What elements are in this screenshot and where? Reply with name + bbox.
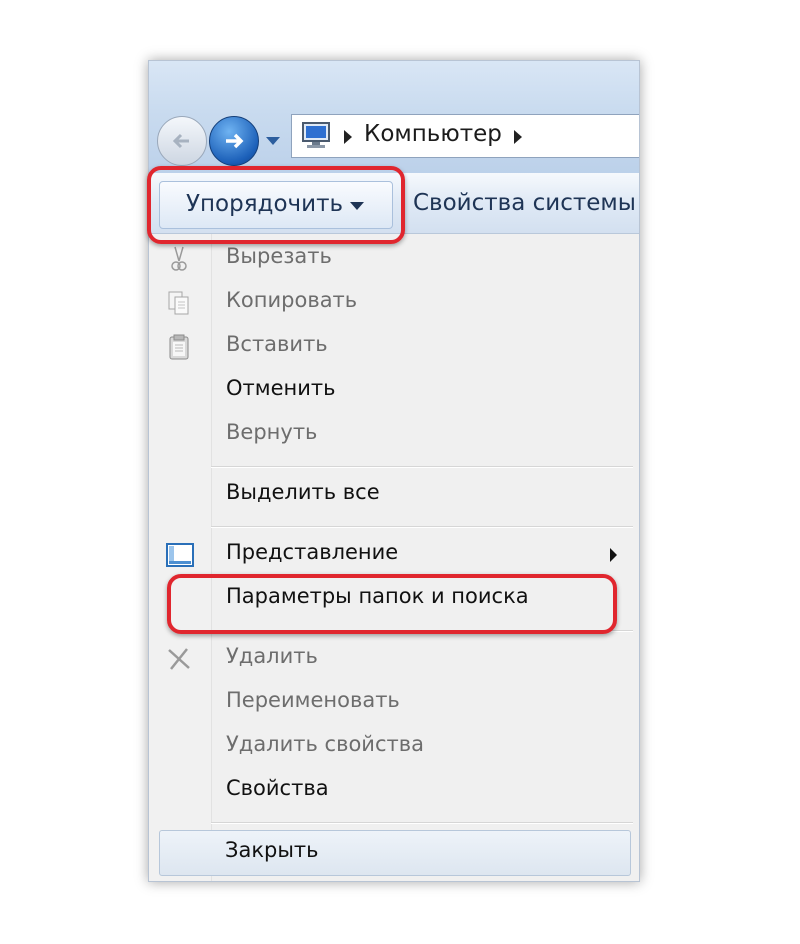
title-bar: Компьютер [149,61,639,173]
menu-item-label: Закрыть [225,838,319,862]
delete-icon [168,648,190,670]
menu-item-remove-properties[interactable]: Удалить свойства [149,726,639,770]
computer-icon [302,122,330,148]
menu-item-close[interactable]: Закрыть [159,830,631,876]
scissors-icon [171,246,187,271]
system-properties-button[interactable]: Свойства системы [413,190,636,216]
menu-item-label: Переименовать [226,688,400,712]
menu-item-label: Вырезать [226,244,332,268]
menu-item-label: Копировать [226,288,358,312]
menu-separator [211,526,633,528]
arrow-right-icon [226,133,244,149]
menu-item-label: Вернуть [226,420,318,444]
menu-item-undo[interactable]: Отменить [149,370,639,414]
menu-item-label: Свойства [226,776,329,800]
menu-item-label: Выделить все [226,480,380,504]
menu-item-view[interactable]: Представление [149,534,639,578]
menu-item-properties[interactable]: Свойства [149,770,639,814]
menu-item-select-all[interactable]: Выделить все [149,474,639,518]
menu-item-label: Представление [226,540,399,564]
menu-item-delete[interactable]: Удалить [149,638,639,682]
menu-item-label: Удалить [226,644,318,668]
menu-item-label: Вставить [226,332,328,356]
recent-pages-dropdown[interactable] [266,137,280,145]
forward-button[interactable] [209,116,259,166]
folder-options-highlight-frame [167,574,617,634]
copy-icon [168,291,189,315]
menu-separator [211,822,633,824]
menu-item-label: Удалить свойства [226,732,424,756]
menu-separator [211,466,633,468]
chevron-right-icon [610,548,617,562]
organize-highlight-frame [147,166,405,244]
menu-item-cut[interactable]: Вырезать [149,238,639,282]
clipboard-icon [169,334,189,360]
organize-menu: Вырезать Копировать Вставить Отменить Ве… [149,234,639,881]
menu-item-redo[interactable]: Вернуть [149,414,639,458]
arrow-left-icon [172,133,189,149]
back-button[interactable] [157,116,207,166]
menu-item-rename[interactable]: Переименовать [149,682,639,726]
breadcrumb-separator-icon[interactable] [344,130,352,144]
menu-item-label: Отменить [226,376,336,400]
menu-item-copy[interactable]: Копировать [149,282,639,326]
layout-icon [166,543,194,567]
address-bar[interactable]: Компьютер [291,114,639,158]
menu-item-paste[interactable]: Вставить [149,326,639,370]
breadcrumb-separator-icon[interactable] [514,130,522,144]
breadcrumb-computer[interactable]: Компьютер [364,121,502,147]
